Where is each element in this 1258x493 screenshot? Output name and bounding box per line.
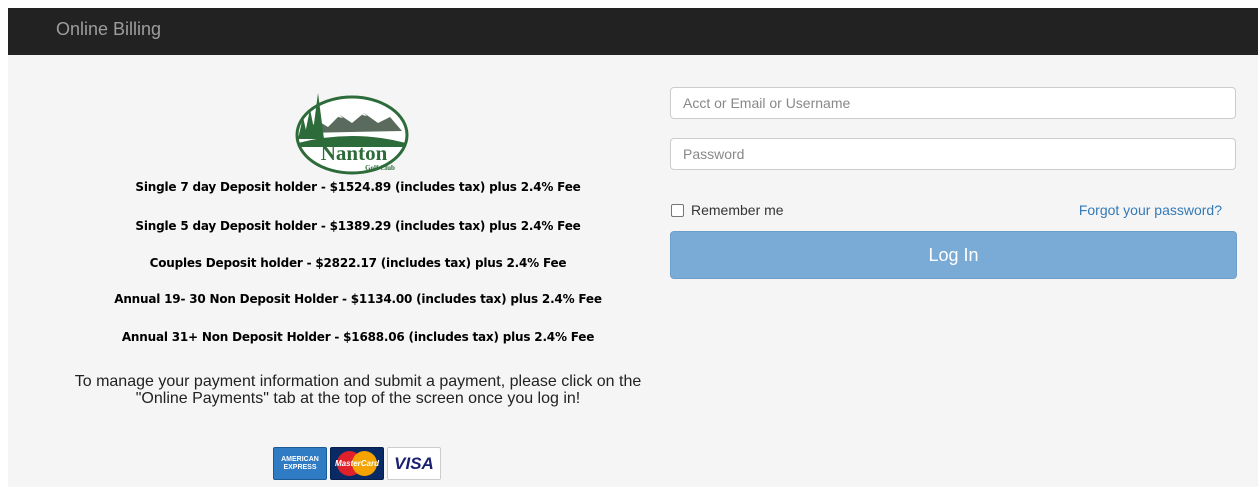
nanton-golf-club-logo: Nanton Golf Club [295,93,409,175]
password-input[interactable] [670,138,1236,170]
navbar-brand[interactable]: Online Billing [56,8,161,50]
amex-text-line1: AMERICAN [281,455,319,463]
main-content: Nanton Golf Club Single 7 day Deposit ho… [8,55,1258,487]
page: Online Billing Nanton Golf Club Single 7… [0,0,1258,493]
login-button[interactable]: Log In [670,231,1237,279]
remember-me-label: Remember me [691,202,784,218]
fee-line: Annual 19- 30 Non Deposit Holder - $1134… [114,292,602,306]
mastercard-text: MasterCard [334,459,379,468]
fee-line: Couples Deposit holder - $2822.17 (inclu… [149,256,567,270]
logo-name-text: Nanton [321,141,388,165]
fee-line: Single 5 day Deposit holder - $1389.29 (… [135,219,581,233]
fee-line: Annual 31+ Non Deposit Holder - $1688.06… [121,330,595,344]
amex-text-line2: EXPRESS [283,463,317,471]
fee-line: Single 7 day Deposit holder - $1524.89 (… [135,180,581,194]
mastercard-card-icon: MasterCard [330,447,384,480]
top-navbar: Online Billing [8,8,1258,55]
billing-info-panel: Nanton Golf Club Single 7 day Deposit ho… [8,55,708,487]
forgot-password-link[interactable]: Forgot your password? [1079,201,1222,219]
logo-subtitle-text: Golf Club [365,164,395,172]
accepted-cards: AMERICAN EXPRESS MasterCard VISA [273,447,441,480]
visa-card-icon: VISA [387,447,441,480]
payment-instructions: To manage your payment information and s… [74,373,642,407]
remember-me-checkbox[interactable] [671,203,684,217]
username-input[interactable] [670,87,1236,119]
amex-card-icon: AMERICAN EXPRESS [273,447,327,480]
remember-me-control[interactable]: Remember me [670,201,784,219]
